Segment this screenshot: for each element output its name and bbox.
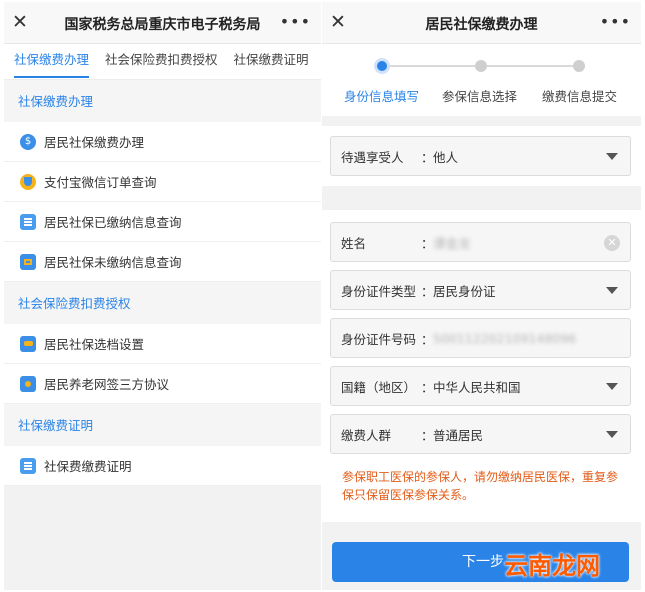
page-title: 国家税务总局重庆市电子税务局 <box>64 17 261 33</box>
field-label: 姓名 <box>341 235 367 251</box>
field-label: 待遇享受人 <box>341 149 404 165</box>
page-title: 居民社保缴费办理 <box>425 17 538 33</box>
field-colon: ： <box>421 149 434 165</box>
spacer <box>322 116 641 126</box>
beneficiary-select[interactable]: 待遇享受人 ： 他人 <box>330 136 631 176</box>
field-label: 缴费人群 <box>341 427 392 443</box>
menu-item-tier-setting[interactable]: 居民社保选档设置 <box>4 324 321 364</box>
field-label: 国籍（地区） <box>341 379 417 395</box>
menu-item-label: 居民社保未缴纳信息查询 <box>44 255 182 270</box>
id-number-input[interactable]: 身份证件号码 ： 500112202109148096 <box>330 318 631 358</box>
card-icon <box>20 253 36 270</box>
menu-item-paid-query[interactable]: 居民社保已缴纳信息查询 <box>4 202 321 242</box>
field-label: 身份证件号码 <box>341 331 417 347</box>
more-icon[interactable]: ••• <box>600 12 631 31</box>
step-label-insurance: 参保信息选择 <box>442 89 518 104</box>
menu-item-unpaid-query[interactable]: 居民社保未缴纳信息查询 <box>4 242 321 282</box>
field-value: 谭金龙 <box>433 235 471 251</box>
menu-item-label: 居民社保已缴纳信息查询 <box>44 215 182 230</box>
menu-item-payment-certificate[interactable]: 社保费缴费证明 <box>4 446 321 486</box>
payment-icon: $ <box>20 133 36 150</box>
step-label-identity: 身份信息填写 <box>344 89 420 104</box>
field-value: 中华人民共和国 <box>433 379 521 395</box>
settings-card-icon <box>20 335 36 352</box>
beneficiary-form: 待遇享受人 ： 他人 <box>322 126 641 186</box>
warning-text: 参保职工医保的参保人，请勿缴纳居民医保，重复参保只保留医保参保关系。 <box>322 466 641 526</box>
caret-down-icon <box>606 431 618 438</box>
field-value: 普通居民 <box>433 427 484 443</box>
caret-down-icon <box>606 383 618 390</box>
step-label-submit: 缴费信息提交 <box>542 89 618 104</box>
section-title-certificate: 社保缴费证明 <box>4 404 321 446</box>
field-value: 他人 <box>433 149 459 165</box>
menu-item-label: 居民社保选档设置 <box>44 337 145 352</box>
step-dot <box>475 60 487 72</box>
field-value: 500112202109148096 <box>433 330 577 346</box>
menu-item-resident-payment[interactable]: $ 居民社保缴费办理 <box>4 122 321 162</box>
menu-item-pension-agreement[interactable]: 居民养老网签三方协议 <box>4 364 321 404</box>
caret-down-icon <box>606 153 618 160</box>
section-title-payment: 社保缴费办理 <box>4 80 321 122</box>
tab-bar: 社保缴费办理 社会保险费扣费授权 社保缴费证明 <box>4 44 321 80</box>
button-area: 下一步 云南龙网 <box>322 522 641 590</box>
menu-item-label: 居民养老网签三方协议 <box>44 377 170 392</box>
right-title-bar: ✕ 居民社保缴费办理 ••• <box>322 2 641 44</box>
menu-item-alipay-wechat-orders[interactable]: 支付宝微信订单查询 <box>4 162 321 202</box>
field-value: 居民身份证 <box>433 283 496 299</box>
field-colon: ： <box>421 427 434 443</box>
tab-payment-certificate[interactable]: 社保缴费证明 <box>234 44 309 80</box>
field-colon: ： <box>421 283 434 299</box>
tab-deduction-authorization[interactable]: 社会保险费扣费授权 <box>105 44 218 80</box>
menu-item-label: 支付宝微信订单查询 <box>44 175 157 190</box>
menu-item-label: 居民社保缴费办理 <box>44 135 145 150</box>
field-colon: ： <box>421 331 434 347</box>
id-type-select[interactable]: 身份证件类型 ： 居民身份证 <box>330 270 631 310</box>
caret-down-icon <box>606 287 618 294</box>
step-dot-active <box>374 58 390 74</box>
spacer <box>322 186 641 210</box>
more-icon[interactable]: ••• <box>280 12 311 31</box>
tab-social-payment[interactable]: 社保缴费办理 <box>14 44 90 80</box>
step-dot <box>573 60 585 72</box>
certificate-icon <box>20 457 36 474</box>
field-label: 身份证件类型 <box>341 283 417 299</box>
name-input[interactable]: 姓名 ： 谭金龙 ✕ <box>330 222 631 262</box>
payer-group-select[interactable]: 缴费人群 ： 普通居民 <box>330 414 631 454</box>
nationality-select[interactable]: 国籍（地区） ： 中华人民共和国 <box>330 366 631 406</box>
watermark-text: 云南龙网 <box>504 552 600 580</box>
right-panel: ✕ 居民社保缴费办理 ••• 身份信息填写 参保信息选择 缴费信息提交 待遇享受… <box>322 2 641 590</box>
shield-icon <box>20 173 36 190</box>
clear-icon[interactable]: ✕ <box>604 235 620 251</box>
section-title-authorization: 社会保险费扣费授权 <box>4 282 321 324</box>
step-indicator: 身份信息填写 参保信息选择 缴费信息提交 <box>322 44 641 116</box>
document-icon <box>20 213 36 230</box>
user-agreement-icon <box>20 375 36 392</box>
menu-item-label: 社保费缴费证明 <box>44 459 132 474</box>
identity-form: 姓名 ： 谭金龙 ✕ 身份证件类型 ： 居民身份证 身份证件号码 ： 50011… <box>322 210 641 466</box>
left-title-bar: ✕ 国家税务总局重庆市电子税务局 ••• <box>4 2 321 44</box>
field-colon: ： <box>421 379 434 395</box>
field-colon: ： <box>421 235 434 251</box>
left-panel: ✕ 国家税务总局重庆市电子税务局 ••• 社保缴费办理 社会保险费扣费授权 社保… <box>4 2 321 590</box>
